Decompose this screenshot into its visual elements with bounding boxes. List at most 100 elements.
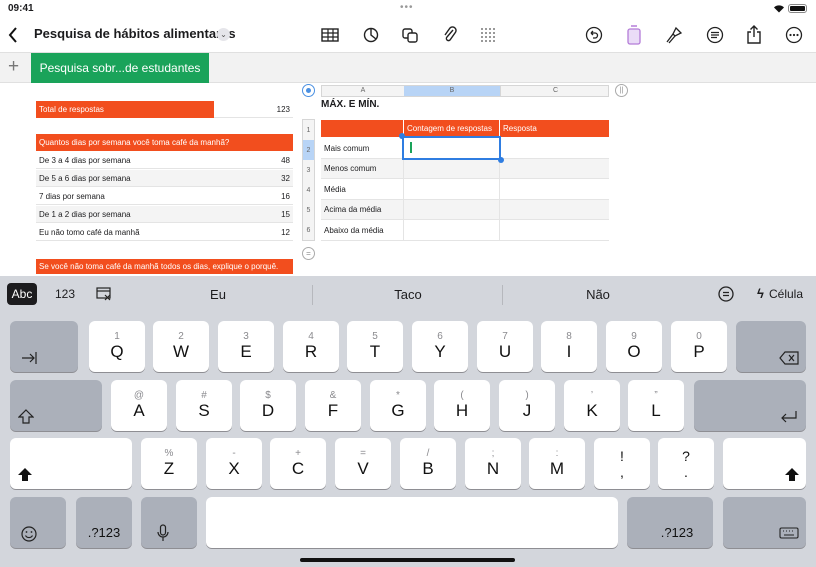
return-key[interactable] bbox=[694, 380, 806, 431]
row-number[interactable]: 2 bbox=[303, 140, 314, 160]
header-cell-answer[interactable]: Resposta bbox=[499, 120, 609, 137]
table-row[interactable]: 7 dias por semana 16 bbox=[36, 188, 293, 205]
key-o[interactable]: 9O bbox=[606, 321, 662, 372]
key-j[interactable]: ) J bbox=[499, 380, 555, 431]
key-u[interactable]: 7U bbox=[477, 321, 533, 372]
space-bar[interactable] bbox=[206, 497, 618, 548]
microphone-icon[interactable] bbox=[141, 497, 197, 548]
add-sheet-plus-icon[interactable]: + bbox=[8, 56, 19, 78]
shift-key[interactable] bbox=[10, 438, 132, 489]
cell-button[interactable]: Célula bbox=[769, 287, 803, 301]
key-label: M bbox=[549, 459, 565, 478]
table-row[interactable]: Eu não tomo café da manhã 12 bbox=[36, 224, 293, 241]
key-d[interactable]: $ D bbox=[240, 380, 296, 431]
key-g[interactable]: * G bbox=[370, 380, 426, 431]
key-label: .?123 bbox=[660, 525, 694, 540]
table-icon[interactable] bbox=[319, 24, 341, 46]
key-v[interactable]: = V bbox=[335, 438, 391, 489]
list-format-icon[interactable] bbox=[704, 24, 726, 46]
column-header-b[interactable]: B bbox=[404, 86, 500, 96]
table-row[interactable]: De 3 a 4 dias por semana 48 bbox=[36, 152, 293, 169]
key-k[interactable]: ’ K bbox=[564, 380, 620, 431]
key-h[interactable]: (H bbox=[434, 380, 490, 431]
table-row[interactable]: Abaixo da média bbox=[321, 220, 609, 241]
shape-icon[interactable] bbox=[399, 24, 421, 46]
key-p[interactable]: 0P bbox=[671, 321, 727, 372]
key-i[interactable]: 8I bbox=[541, 321, 597, 372]
key-q[interactable]: 1Q bbox=[89, 321, 145, 372]
row-number[interactable]: 4 bbox=[303, 180, 314, 200]
key-hint: 0 bbox=[696, 331, 702, 342]
key-n[interactable]: ; N bbox=[465, 438, 521, 489]
numbers-key-left[interactable]: .?123 bbox=[76, 497, 132, 548]
document-title[interactable]: Pesquisa de hábitos alimentares bbox=[34, 26, 236, 41]
undo-icon[interactable] bbox=[583, 24, 605, 46]
header-cell-a[interactable] bbox=[321, 120, 403, 137]
header-cell-count[interactable]: Contagem de respostas bbox=[403, 120, 499, 137]
shift-left-key[interactable] bbox=[10, 380, 102, 431]
key-z[interactable]: % Z bbox=[141, 438, 197, 489]
formula-equals-icon[interactable] bbox=[718, 286, 734, 302]
table-row[interactable]: Média bbox=[321, 179, 609, 200]
key-label: G bbox=[391, 401, 405, 420]
table-row[interactable]: Acima da média bbox=[321, 200, 609, 220]
key-a[interactable]: @ A bbox=[111, 380, 167, 431]
title-chevron-down-icon[interactable]: ⌄ bbox=[217, 28, 230, 41]
selected-cell-b2[interactable] bbox=[402, 136, 501, 160]
key-s[interactable]: # S bbox=[176, 380, 232, 431]
keyboard-tab-abc[interactable]: Abc bbox=[7, 283, 37, 305]
date-time-keyboard-icon[interactable] bbox=[96, 286, 112, 302]
keyboard-dismiss-icon[interactable] bbox=[723, 497, 806, 548]
multitasking-dots-icon[interactable]: ••• bbox=[400, 2, 414, 13]
suggestion-item[interactable]: Eu bbox=[123, 287, 313, 302]
key-w[interactable]: 2W bbox=[153, 321, 209, 372]
add-column-handle[interactable]: || bbox=[615, 84, 628, 97]
column-header-a[interactable]: A bbox=[322, 86, 404, 96]
shift-right-key[interactable] bbox=[723, 438, 806, 489]
more-icon[interactable] bbox=[783, 24, 805, 46]
key-label: B bbox=[422, 459, 434, 478]
keyboard-tab-123[interactable]: 123 bbox=[55, 287, 75, 301]
sheet-tab-bar: + Pesquisa sobr...de estudantes bbox=[0, 52, 816, 83]
key-e[interactable]: 3E bbox=[218, 321, 274, 372]
key-m[interactable]: :M bbox=[529, 438, 585, 489]
add-row-handle[interactable]: = bbox=[302, 247, 315, 260]
table-row[interactable]: Menos comum bbox=[321, 159, 609, 179]
key-hint: ’ bbox=[590, 390, 594, 401]
key-r[interactable]: 4R bbox=[283, 321, 339, 372]
sheet-tab-active[interactable]: Pesquisa sobr...de estudantes bbox=[31, 53, 209, 83]
key-comma[interactable]: !, bbox=[594, 438, 650, 489]
column-header-c[interactable]: C bbox=[500, 86, 610, 96]
grid-icon[interactable] bbox=[477, 24, 499, 46]
toolbar: Pesquisa de hábitos alimentares ⌄ bbox=[0, 18, 816, 52]
table-row[interactable]: De 5 a 6 dias por semana 32 bbox=[36, 170, 293, 187]
key-x[interactable]: -X bbox=[206, 438, 262, 489]
selection-handle[interactable] bbox=[498, 157, 504, 163]
row-number[interactable]: 3 bbox=[303, 160, 314, 180]
key-f[interactable]: & F bbox=[305, 380, 361, 431]
key-l[interactable]: ” L bbox=[628, 380, 684, 431]
selection-handle[interactable] bbox=[399, 133, 405, 139]
delete-key[interactable] bbox=[736, 321, 806, 372]
key-b[interactable]: / B bbox=[400, 438, 456, 489]
table-select-handle[interactable] bbox=[302, 84, 315, 97]
back-chevron-icon[interactable] bbox=[8, 27, 18, 43]
numbers-key-right[interactable]: .?123 bbox=[627, 497, 713, 548]
emoji-key[interactable] bbox=[10, 497, 66, 548]
key-c[interactable]: + C bbox=[270, 438, 326, 489]
key-y[interactable]: 6Y bbox=[412, 321, 468, 372]
suggestion-item[interactable]: Não bbox=[503, 287, 693, 302]
row-number[interactable]: 5 bbox=[303, 200, 314, 220]
row-number[interactable]: 1 bbox=[303, 120, 314, 140]
paperclip-icon[interactable] bbox=[439, 24, 461, 46]
format-cell-icon[interactable] bbox=[623, 24, 645, 46]
chart-icon[interactable] bbox=[360, 24, 382, 46]
key-period[interactable]: ?. bbox=[658, 438, 714, 489]
brush-icon[interactable] bbox=[663, 24, 685, 46]
row-number[interactable]: 6 bbox=[303, 220, 314, 240]
suggestion-item[interactable]: Taco bbox=[313, 287, 503, 302]
tab-key[interactable] bbox=[10, 321, 78, 372]
key-t[interactable]: 5T bbox=[347, 321, 403, 372]
share-icon[interactable] bbox=[743, 24, 765, 46]
table-row[interactable]: De 1 a 2 dias por semana 15 bbox=[36, 206, 293, 223]
